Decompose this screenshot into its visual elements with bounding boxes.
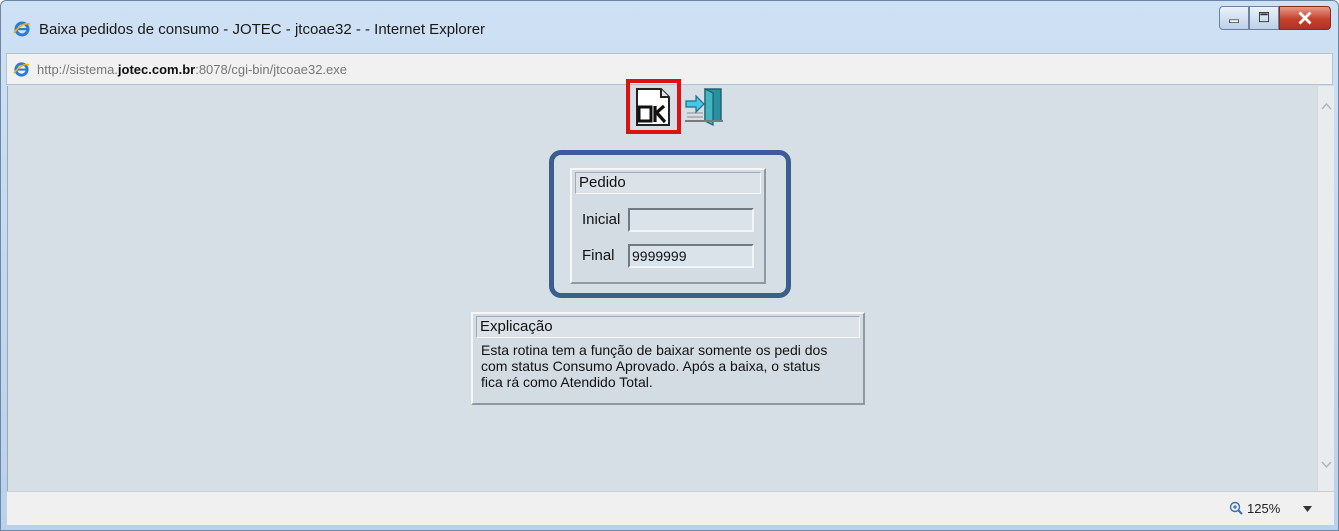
- maximize-icon: [1258, 12, 1270, 23]
- final-input[interactable]: [628, 244, 754, 268]
- zoom-level[interactable]: 125%: [1247, 501, 1280, 516]
- ok-icon[interactable]: [631, 85, 675, 129]
- url-prefix: http://sistema.: [37, 62, 118, 77]
- url-suffix: :8078/cgi-bin/jtcoae32.exe: [195, 62, 347, 77]
- zoom-dropdown-icon[interactable]: [1303, 506, 1312, 512]
- close-icon: [1298, 11, 1312, 25]
- url-domain: jotec.com.br: [117, 62, 196, 77]
- explicacao-title: Explicação: [476, 316, 860, 338]
- page-ie-icon: [13, 62, 30, 77]
- maximize-button[interactable]: [1249, 6, 1279, 30]
- explicacao-line: com status Consumo Aprovado. Após a baix…: [481, 358, 821, 374]
- final-label: Final: [582, 247, 615, 264]
- zoom-icon[interactable]: [1229, 501, 1243, 515]
- exit-door-icon[interactable]: [683, 87, 727, 127]
- minimize-icon: [1229, 19, 1239, 23]
- pedido-title: Pedido: [575, 172, 761, 194]
- explicacao-line: fica rá como Atendido Total.: [481, 374, 653, 390]
- explicacao-line: Esta rotina tem a função de baixar somen…: [481, 342, 828, 358]
- pedido-group: Pedido Inicial Final: [570, 168, 766, 284]
- url-text: http://sistema.jotec.com.br:8078/cgi-bin…: [37, 62, 347, 77]
- inicial-input[interactable]: [628, 208, 754, 232]
- explicacao-text: Esta rotina tem a função de baixar somen…: [481, 342, 857, 390]
- explicacao-group: Explicação Esta rotina tem a função de b…: [471, 312, 865, 405]
- vertical-scrollbar[interactable]: [1317, 86, 1334, 491]
- title-bar: Baixa pedidos de consumo - JOTEC - jtcoa…: [1, 1, 1338, 53]
- internet-explorer-icon: [13, 21, 31, 37]
- status-bar: 125%: [7, 491, 1334, 525]
- scroll-up-icon[interactable]: [1320, 100, 1333, 113]
- scroll-down-icon[interactable]: [1320, 458, 1333, 471]
- inicial-label: Inicial: [582, 211, 621, 228]
- minimize-button[interactable]: [1219, 6, 1249, 30]
- close-button[interactable]: [1279, 6, 1331, 30]
- window-title: Baixa pedidos de consumo - JOTEC - jtcoa…: [39, 21, 486, 38]
